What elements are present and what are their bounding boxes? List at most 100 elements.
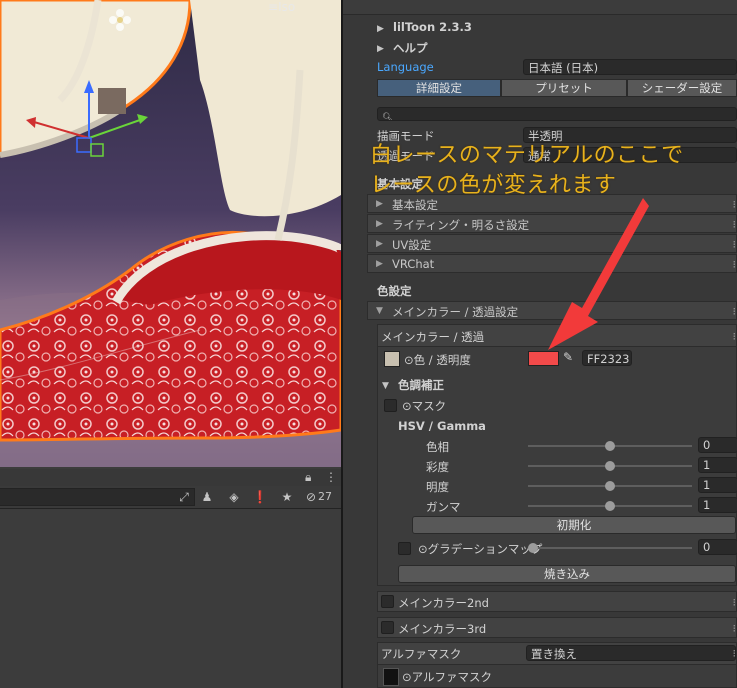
color-settings-header: 色設定 xyxy=(377,284,412,298)
reset-button-label: 初期化 xyxy=(556,518,592,532)
foldout-arrow-icon[interactable]: ▶ xyxy=(377,44,384,54)
gear-icon[interactable]: ⁝ xyxy=(733,258,737,271)
color-alpha-label: ⊙色 / 透明度 xyxy=(404,353,471,367)
chevron-right-icon: ▶ xyxy=(376,259,383,269)
gradation-slider-knob[interactable] xyxy=(528,543,538,553)
annotation-line-1: 白レースのマテリアルのここで xyxy=(370,143,684,168)
filter-type-icon[interactable]: ♟ xyxy=(199,489,215,505)
mask-label: ⊙マスク xyxy=(402,399,447,413)
main-color-3rd-label: メインカラー3rd xyxy=(398,622,487,636)
gear-icon[interactable]: ⁝ xyxy=(733,238,737,251)
foldout-arrow-icon[interactable]: ▶ xyxy=(377,24,384,34)
foldout-label: 基本設定 xyxy=(392,198,438,212)
focus-icon[interactable]: ⤢ xyxy=(176,489,192,505)
property-search-input[interactable]: 🔍︎ xyxy=(377,107,737,121)
gear-icon[interactable]: ⁝ xyxy=(733,330,737,343)
hue-field[interactable]: 0 xyxy=(698,437,737,453)
panel-toolbar xyxy=(0,469,341,487)
label-icon[interactable]: ◈ xyxy=(226,489,242,505)
alpha-mask-texture-label: ⊙アルファマスク xyxy=(402,670,493,684)
language-dropdown[interactable]: 日本語 (日本) xyxy=(523,59,737,75)
alpha-mask-texture-thumbnail[interactable] xyxy=(383,668,399,686)
main-color-2nd-label: メインカラー2nd xyxy=(398,596,489,610)
gear-icon[interactable]: ⁝ xyxy=(733,305,737,318)
scene-view[interactable] xyxy=(0,0,341,467)
main-color-3rd-section[interactable]: メインカラー3rd ⁝ xyxy=(377,617,737,638)
language-label: Language xyxy=(377,60,434,74)
main-color-sub-label: メインカラー / 透過 xyxy=(381,330,485,344)
view-mode-text: Iso xyxy=(278,0,296,14)
gamma-field[interactable]: 1 xyxy=(698,497,737,513)
saturation-field[interactable]: 1 xyxy=(698,457,737,473)
gradation-map-checkbox[interactable] xyxy=(398,542,411,555)
annotation-arrow-icon xyxy=(548,198,649,350)
search-input[interactable] xyxy=(0,488,195,506)
foldout-label: VRChat xyxy=(392,257,435,271)
inspector-top-strip xyxy=(343,0,737,15)
alpha-mask-mode-dropdown[interactable]: 置き換え xyxy=(526,645,736,661)
view-mode-label[interactable]: ≡Iso xyxy=(268,0,295,14)
main-color-3rd-checkbox[interactable] xyxy=(381,621,394,634)
foldout-label: メインカラー / 透過設定 xyxy=(392,305,519,319)
brightness-field[interactable]: 1 xyxy=(698,477,737,493)
gear-icon[interactable]: ⁝ xyxy=(733,596,737,609)
main-color-box: メインカラー / 透過 ⁝ ⊙色 / 透明度 ✎ FF2323 ▼ 色調補正 ⊙… xyxy=(377,324,737,586)
main-color-2nd-section[interactable]: メインカラー2nd ⁝ xyxy=(377,591,737,612)
brightness-slider-knob[interactable] xyxy=(605,481,615,491)
hue-value: 0 xyxy=(703,438,711,452)
texture-thumbnail[interactable] xyxy=(384,351,400,367)
favorite-icon[interactable]: ★ xyxy=(279,489,295,505)
brightness-value: 1 xyxy=(703,478,711,492)
chevron-right-icon: ▶ xyxy=(376,199,383,209)
chevron-down-icon: ▼ xyxy=(376,306,383,316)
tab-label: 詳細設定 xyxy=(416,81,462,95)
gear-icon[interactable]: ⁝ xyxy=(733,647,737,660)
hue-slider-knob[interactable] xyxy=(605,441,615,451)
tab-advanced[interactable]: 詳細設定 xyxy=(377,79,501,97)
gamma-slider-knob[interactable] xyxy=(605,501,615,511)
color-correction-label: 色調補正 xyxy=(398,378,444,392)
scene-render[interactable] xyxy=(0,0,341,467)
visibility-icon[interactable]: ⊘ xyxy=(303,489,319,505)
visible-count: 27 xyxy=(318,490,332,503)
saturation-value: 1 xyxy=(703,458,711,472)
language-value: 日本語 (日本) xyxy=(528,61,599,75)
kebab-menu-icon[interactable]: ⋮ xyxy=(325,470,337,484)
tab-preset[interactable]: プリセット xyxy=(501,79,627,97)
chevron-down-icon[interactable]: ▼ xyxy=(382,381,389,391)
reset-button[interactable]: 初期化 xyxy=(412,516,736,534)
chevron-right-icon: ▶ xyxy=(376,219,383,229)
tab-label: プリセット xyxy=(535,81,593,95)
alpha-mask-label: アルファマスク xyxy=(381,647,462,661)
help-foldout[interactable]: ヘルプ xyxy=(393,40,428,56)
gear-icon[interactable]: ⁝ xyxy=(733,198,737,211)
brightness-label: 明度 xyxy=(426,480,449,494)
mask-checkbox[interactable] xyxy=(384,399,397,412)
saturation-slider-knob[interactable] xyxy=(605,461,615,471)
gear-icon[interactable]: ⁝ xyxy=(733,622,737,635)
foldout-label: ライティング・明るさ設定 xyxy=(392,218,530,232)
gamma-value: 1 xyxy=(703,498,711,512)
saturation-label: 彩度 xyxy=(426,460,449,474)
alpha-mask-box: アルファマスク 置き換え ⁝ ⊙アルファマスク xyxy=(377,642,737,688)
tab-label: シェーダー設定 xyxy=(641,81,723,95)
bake-button-label: 焼き込み xyxy=(544,567,590,581)
gear-icon[interactable]: ⁝ xyxy=(733,218,737,231)
warning-icon[interactable]: ❗ xyxy=(252,489,268,505)
bake-button[interactable]: 焼き込み xyxy=(398,565,736,583)
search-icon: 🔍︎ xyxy=(382,113,394,121)
gradation-field[interactable]: 0 xyxy=(698,539,737,555)
main-color-2nd-checkbox[interactable] xyxy=(381,595,394,608)
lock-icon[interactable]: 🔒︎ xyxy=(305,470,311,485)
gamma-label: ガンマ xyxy=(426,500,461,514)
gradation-slider[interactable] xyxy=(528,547,692,549)
foldout-label: UV設定 xyxy=(392,238,432,252)
hue-label: 色相 xyxy=(426,440,449,454)
shader-title: lilToon 2.3.3 xyxy=(393,20,472,34)
chevron-right-icon: ▶ xyxy=(376,239,383,249)
gradation-value: 0 xyxy=(703,540,711,554)
tab-shader-settings[interactable]: シェーダー設定 xyxy=(627,79,737,97)
gradation-map-label: ⊙グラデーションマップ xyxy=(418,542,543,556)
alpha-mask-mode-value: 置き換え xyxy=(531,647,577,661)
hsv-gamma-label: HSV / Gamma xyxy=(398,419,486,433)
